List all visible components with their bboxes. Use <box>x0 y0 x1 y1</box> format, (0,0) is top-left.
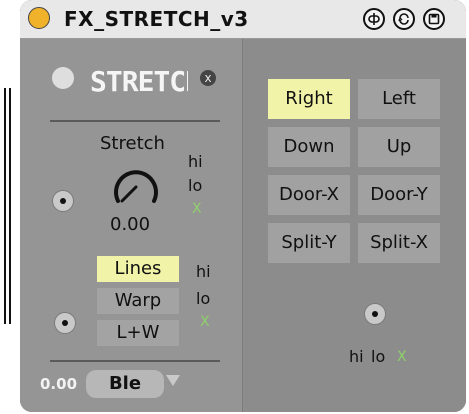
left-edge-line-1 <box>4 88 6 324</box>
close-logo-button[interactable]: x <box>200 70 216 86</box>
stretch-hi-label: hi <box>188 152 203 171</box>
left-panel: STRETCH x Stretch 0.00 hi lo X Lines War… <box>20 39 242 412</box>
mode-x-indicator: X <box>200 314 210 330</box>
direction-door-y-button[interactable]: Door-Y <box>358 175 440 215</box>
top-divider <box>50 120 220 122</box>
link-icon[interactable] <box>363 8 385 30</box>
direction-x-indicator: X <box>397 349 407 365</box>
bottom-value: 0.00 <box>40 375 78 393</box>
direction-door-x-button[interactable]: Door-X <box>268 175 350 215</box>
device-panel: FX_STRETCH_v3 STRETCH x Stretch 0.00 hi … <box>20 0 466 412</box>
power-button[interactable] <box>52 67 74 89</box>
direction-input-jack[interactable] <box>364 303 386 325</box>
mode-input-jack[interactable] <box>54 312 76 334</box>
warp-button[interactable]: Warp <box>97 288 179 314</box>
refresh-icon[interactable] <box>393 8 415 30</box>
direction-right-button[interactable]: Right <box>268 79 350 119</box>
direction-down-button[interactable]: Down <box>268 127 350 167</box>
direction-up-button[interactable]: Up <box>358 127 440 167</box>
direction-hi-label: hi <box>349 347 364 366</box>
left-edge-line-2 <box>9 88 11 324</box>
stretch-knob[interactable] <box>106 157 166 217</box>
bottom-divider <box>50 360 220 362</box>
direction-split-x-button[interactable]: Split-X <box>358 223 440 263</box>
stretch-label: Stretch <box>100 133 165 154</box>
save-icon[interactable] <box>423 8 445 30</box>
right-panel: Right Left Down Up Door-X Door-Y Split-Y… <box>242 39 466 412</box>
chevron-down-icon[interactable] <box>166 375 180 386</box>
stretch-logo: STRETCH <box>90 65 188 98</box>
stretch-input-jack[interactable] <box>52 190 74 212</box>
direction-split-y-button[interactable]: Split-Y <box>268 223 350 263</box>
stretch-x-indicator: X <box>192 201 202 217</box>
stretch-lo-label: lo <box>188 176 203 195</box>
direction-left-button[interactable]: Left <box>358 79 440 119</box>
device-status-dot[interactable] <box>28 7 50 29</box>
mode-lo-label: lo <box>196 289 211 308</box>
direction-lo-label: lo <box>371 347 386 366</box>
stretch-value: 0.00 <box>110 214 151 235</box>
device-title: FX_STRETCH_v3 <box>64 7 249 31</box>
lines-button[interactable]: Lines <box>97 256 179 282</box>
mode-hi-label: hi <box>196 262 211 281</box>
title-bar: FX_STRETCH_v3 <box>20 0 466 39</box>
stretch-logo-text: STRETCH <box>90 65 188 98</box>
bottom-select[interactable]: Ble <box>86 370 164 398</box>
lines-warp-button[interactable]: L+W <box>97 320 179 346</box>
